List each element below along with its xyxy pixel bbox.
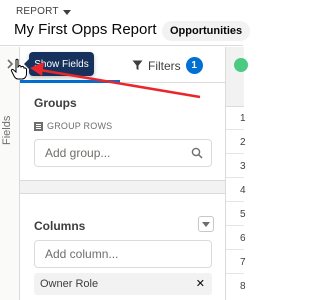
chevron-down-icon	[202, 222, 210, 227]
row-divider	[226, 153, 244, 154]
row-divider	[226, 201, 244, 202]
report-type-chip: Opportunities	[162, 21, 251, 41]
fields-sidebar-rail[interactable]: Fields	[0, 47, 20, 300]
section-divider	[20, 180, 225, 194]
tab-filters[interactable]: Filters 1	[132, 57, 203, 74]
add-column-placeholder: Add column...	[45, 247, 119, 261]
outline-panel: Filters 1 Groups GROUP ROWS Add group...…	[20, 47, 225, 300]
report-title-text: My First Opps Report	[14, 21, 157, 38]
tab-outline-indicator[interactable]	[20, 80, 120, 83]
report-label: REPORT	[16, 6, 59, 17]
columns-menu-button[interactable]	[198, 216, 214, 232]
row-number: 4	[240, 185, 246, 196]
row-number: 7	[240, 257, 246, 268]
row-divider	[226, 177, 244, 178]
row-divider	[226, 249, 244, 250]
column-item[interactable]: Owner Role ✕	[34, 273, 212, 295]
show-fields-tooltip: Show Fields	[24, 52, 94, 76]
hand-pointer-icon	[10, 58, 27, 80]
groups-title: Groups	[34, 96, 77, 110]
row-number: 1	[240, 113, 246, 124]
add-column-input[interactable]: Add column...	[34, 240, 212, 268]
group-rows-text: GROUP ROWS	[47, 121, 113, 131]
fields-label: Fields	[1, 115, 13, 145]
filters-count-badge: 1	[185, 57, 203, 74]
row-number: 3	[240, 161, 246, 172]
columns-title: Columns	[34, 219, 86, 233]
add-group-placeholder: Add group...	[45, 146, 111, 160]
table-header	[226, 47, 248, 107]
report-header: REPORT My First Opps Report Opportunitie…	[0, 0, 251, 46]
report-title: My First Opps Report	[14, 21, 174, 38]
row-number: 5	[240, 209, 246, 220]
report-table-preview: 1 2 3 4 5 6 7 8	[225, 47, 248, 300]
column-item-label: Owner Role	[40, 278, 99, 290]
report-type-menu[interactable]: REPORT	[16, 6, 71, 17]
close-icon[interactable]: ✕	[196, 277, 205, 290]
row-divider	[226, 273, 244, 274]
chevron-down-icon	[62, 9, 71, 15]
list-icon	[34, 121, 43, 131]
group-rows-label: GROUP ROWS	[34, 121, 112, 131]
add-group-input[interactable]: Add group...	[34, 139, 212, 167]
row-number: 6	[240, 233, 246, 244]
row-divider	[226, 225, 244, 226]
row-divider	[226, 129, 244, 130]
funnel-icon	[132, 60, 143, 70]
status-dot	[234, 58, 248, 72]
row-number: 2	[240, 137, 246, 148]
search-icon	[191, 147, 203, 159]
row-number: 8	[240, 281, 246, 292]
tab-filters-label: Filters	[148, 58, 181, 73]
